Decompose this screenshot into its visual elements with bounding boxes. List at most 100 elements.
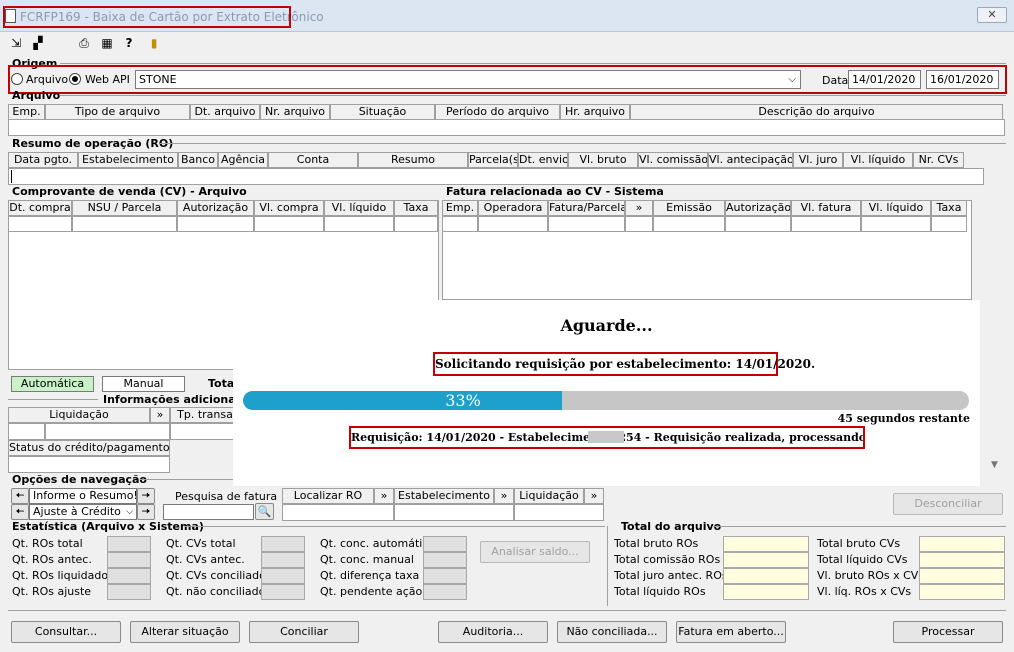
scrollbar[interactable]: ▼: [987, 400, 1005, 472]
stat-value-col3-3: [423, 584, 467, 600]
search-icon[interactable]: 🔍: [255, 503, 274, 520]
cv-cell-0: [8, 216, 72, 232]
arquivo-col-3[interactable]: Nr. arquivo: [260, 104, 330, 120]
windows-icon[interactable]: ▞: [30, 36, 46, 50]
ro-col-2[interactable]: Banco: [178, 152, 218, 168]
ro-col-12[interactable]: Vl. líquido: [843, 152, 913, 168]
cv-col-3[interactable]: Vl. compra: [254, 200, 324, 216]
stat-label-col1-0: Qt. ROs total: [12, 537, 83, 550]
arquivo-col-2[interactable]: Dt. arquivo: [190, 104, 260, 120]
nav-label: Opções de navegação: [12, 473, 147, 486]
cv-cell-5: [394, 216, 438, 232]
cv-col-4[interactable]: Vl. líquido: [324, 200, 394, 216]
tipo-transacao-header: Tp. transa: [170, 407, 240, 423]
nav-option-1[interactable]: Informe o Resumo!: [29, 488, 137, 504]
redacted-block: [588, 431, 624, 443]
conciliar-button[interactable]: Conciliar: [249, 621, 359, 643]
print-icon[interactable]: ⎙: [76, 36, 92, 50]
ro-col-1[interactable]: Estabelecimento: [78, 152, 178, 168]
stat-value-col1-0: [107, 536, 151, 552]
liquidacao-input[interactable]: [514, 504, 604, 521]
fatura-col-0[interactable]: Emp.: [442, 200, 478, 216]
ro-col-6[interactable]: Parcela(s): [468, 152, 518, 168]
stats-label: Estatística (Arquivo x Sistema): [12, 520, 204, 533]
arquivo-col-0[interactable]: Emp.: [8, 104, 45, 120]
progress-label: 33%: [445, 391, 481, 410]
arquivo-col-7[interactable]: Descrição do arquivo: [630, 104, 1003, 120]
arquivo-col-5[interactable]: Período do arquivo: [435, 104, 560, 120]
fatura-cell-2: [548, 216, 625, 232]
dialog-message: Solicitando requisição por estabelecimen…: [433, 352, 815, 376]
nao-conciliada-button[interactable]: Não conciliada...: [557, 621, 667, 643]
estabelecimento-input[interactable]: [394, 504, 514, 521]
ro-row[interactable]: [8, 168, 984, 185]
nav-next-2[interactable]: 🠆: [137, 504, 155, 520]
ro-col-3[interactable]: Agência: [218, 152, 268, 168]
consultar-button[interactable]: Consultar...: [11, 621, 121, 643]
desconciliar-button[interactable]: Desconciliar: [893, 493, 1003, 515]
ro-col-10[interactable]: Vl. antecipação: [708, 152, 793, 168]
liquidacao-arrow[interactable]: »: [150, 407, 170, 423]
ro-col-9[interactable]: Vl. comissão: [638, 152, 708, 168]
ro-col-0[interactable]: Data pgto.: [8, 152, 78, 168]
stat-value-col2-2: [261, 568, 305, 584]
help-icon[interactable]: ?: [121, 36, 137, 50]
liquidacao-nav-arrow[interactable]: »: [584, 488, 604, 504]
import-icon[interactable]: ⇲: [8, 36, 24, 50]
fatura-col-7[interactable]: Vl. líquido: [861, 200, 931, 216]
automatica-button[interactable]: Automática: [11, 376, 94, 392]
chevron-down-icon: ⌵: [126, 507, 133, 517]
alterar-situacao-button[interactable]: Alterar situação: [130, 621, 240, 643]
nav-prev-2[interactable]: 🠄: [11, 504, 29, 520]
localizar-arrow[interactable]: »: [374, 488, 394, 504]
fatura-cell-4: [653, 216, 725, 232]
arquivo-col-4[interactable]: Situação: [330, 104, 435, 120]
fatura-aberto-button[interactable]: Fatura em aberto...: [676, 621, 786, 643]
fatura-col-2[interactable]: Fatura/Parcela: [548, 200, 625, 216]
totals-label: Total do arquivo: [621, 520, 722, 533]
nav-option-2-value: Ajuste à Crédito: [33, 505, 121, 518]
cv-col-2[interactable]: Autorização: [177, 200, 254, 216]
stat-value-col2-1: [261, 552, 305, 568]
analisar-saldo-button[interactable]: Analisar saldo...: [480, 541, 590, 563]
pesquisa-fatura-label: Pesquisa de fatura: [175, 490, 278, 503]
fatura-col-1[interactable]: Operadora: [478, 200, 548, 216]
pesquisa-fatura-input[interactable]: [163, 504, 254, 520]
ro-col-5[interactable]: Resumo: [358, 152, 468, 168]
exit-icon[interactable]: ▮: [146, 36, 162, 50]
ro-col-8[interactable]: Vl. bruto: [568, 152, 638, 168]
nav-option-2[interactable]: Ajuste à Crédito ⌵: [29, 504, 137, 520]
scroll-down-icon[interactable]: ▼: [991, 460, 998, 470]
total-value-col2-0: [919, 536, 1005, 552]
stat-value-col3-2: [423, 568, 467, 584]
nav-prev-1[interactable]: 🠄: [11, 488, 29, 504]
arquivo-col-1[interactable]: Tipo de arquivo: [45, 104, 190, 120]
ro-col-13[interactable]: Nr. CVs: [913, 152, 964, 168]
ro-col-11[interactable]: Vl. juro: [793, 152, 843, 168]
close-button[interactable]: ✕: [977, 7, 1007, 23]
localizar-ro-input[interactable]: [282, 504, 394, 521]
cv-col-1[interactable]: NSU / Parcela: [72, 200, 177, 216]
stat-label-col2-3: Qt. não conciliado: [166, 585, 266, 598]
cv-col-5[interactable]: Taxa: [394, 200, 438, 216]
auditoria-button[interactable]: Auditoria...: [438, 621, 548, 643]
cv-cell-4: [324, 216, 394, 232]
nav-next-1[interactable]: 🠆: [137, 488, 155, 504]
total-value-col1-2: [723, 568, 809, 584]
arquivo-col-6[interactable]: Hr. arquivo: [560, 104, 630, 120]
total-label-col2-0: Total bruto CVs: [817, 537, 901, 550]
estabelecimento-arrow[interactable]: »: [494, 488, 514, 504]
arquivo-row[interactable]: [8, 119, 1005, 136]
fatura-col-8[interactable]: Taxa: [931, 200, 967, 216]
fatura-col-5[interactable]: Autorização: [725, 200, 791, 216]
fatura-col-6[interactable]: Vl. fatura: [791, 200, 861, 216]
cv-col-0[interactable]: Dt. compra: [8, 200, 72, 216]
grid-icon[interactable]: ▦: [99, 36, 115, 50]
ro-col-7[interactable]: Dt. envio: [518, 152, 568, 168]
fatura-col-3[interactable]: »: [625, 200, 653, 216]
fatura-col-4[interactable]: Emissão: [653, 200, 725, 216]
ro-col-4[interactable]: Conta: [268, 152, 358, 168]
stat-value-col2-0: [261, 536, 305, 552]
processar-button[interactable]: Processar: [893, 621, 1003, 643]
manual-button[interactable]: Manual: [102, 376, 185, 392]
